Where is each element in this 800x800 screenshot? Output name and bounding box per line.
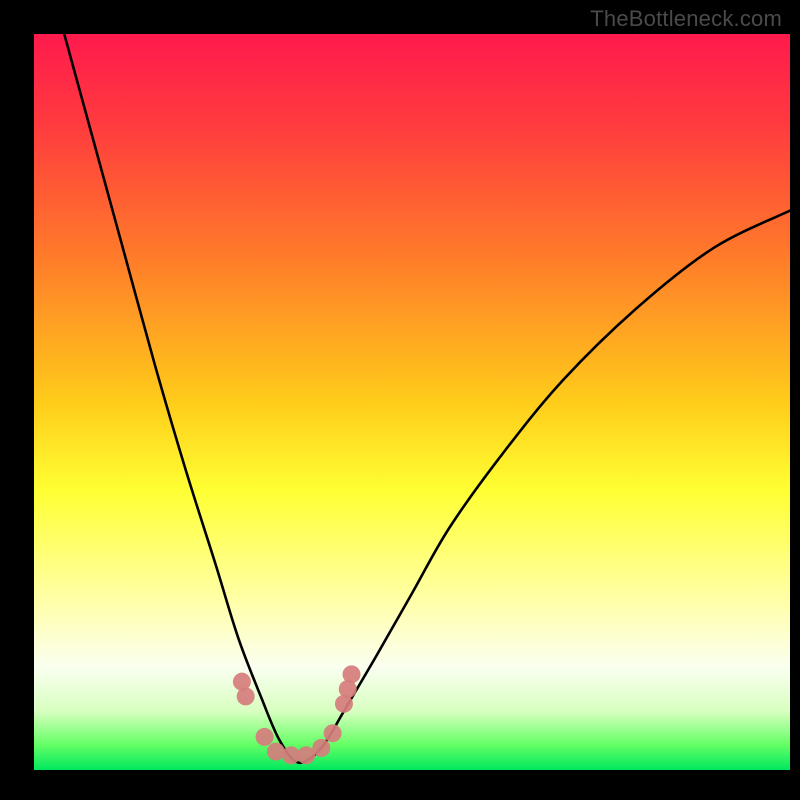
confidence-marker: [267, 743, 285, 761]
confidence-marker: [343, 665, 361, 683]
watermark-text: TheBottleneck.com: [590, 6, 782, 32]
chart-svg: [0, 0, 800, 800]
confidence-marker: [237, 687, 255, 705]
confidence-marker: [312, 739, 330, 757]
confidence-marker: [324, 724, 342, 742]
gradient-background: [34, 34, 790, 770]
plot-area: [34, 34, 790, 770]
confidence-marker: [256, 728, 274, 746]
chart-frame: TheBottleneck.com: [0, 0, 800, 800]
